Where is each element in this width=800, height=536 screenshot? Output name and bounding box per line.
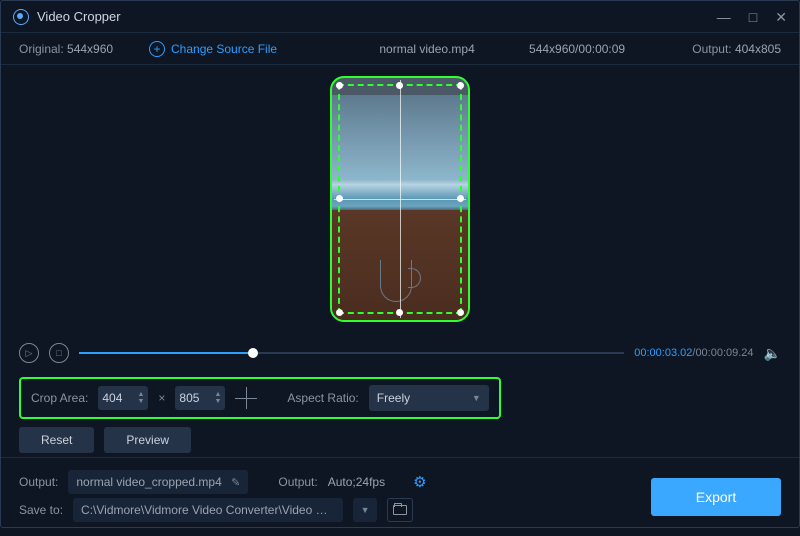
output-settings-value: Auto;24fps	[328, 475, 385, 489]
chevron-down-icon: ▼	[472, 393, 481, 403]
pencil-icon: ✎	[231, 476, 240, 489]
open-folder-button[interactable]	[387, 498, 413, 522]
center-crop-icon[interactable]	[235, 387, 257, 409]
seek-thumb[interactable]	[248, 348, 258, 358]
source-filename: normal video.mp4	[357, 42, 497, 56]
times-icon: ×	[158, 391, 165, 405]
app-title: Video Cropper	[37, 9, 121, 24]
close-button[interactable]: ✕	[775, 10, 787, 24]
volume-icon[interactable]: 🔈	[764, 345, 781, 362]
save-path-dropdown[interactable]: ▼	[353, 498, 377, 522]
toolbar: Original: 544x960 + Change Source File n…	[1, 33, 799, 65]
maximize-button[interactable]: □	[749, 10, 757, 24]
crop-width-input[interactable]: 404 ▲▼	[98, 386, 148, 410]
preview-canvas	[1, 65, 799, 333]
original-dims: Original: 544x960	[19, 42, 149, 56]
source-info: 544x960/00:00:09	[507, 42, 647, 56]
seek-slider[interactable]	[79, 343, 624, 363]
folder-icon	[393, 505, 407, 515]
app-icon	[13, 9, 29, 25]
preview-button[interactable]: Preview	[104, 427, 191, 453]
crop-controls-group: Crop Area: 404 ▲▼ × 805 ▲▼ Aspect Ratio:…	[19, 377, 501, 419]
output-file-label: Output:	[19, 475, 58, 489]
spinner-icon[interactable]: ▲▼	[137, 391, 144, 405]
crop-handle-tl[interactable]	[336, 82, 343, 89]
crop-height-input[interactable]: 805 ▲▼	[175, 386, 225, 410]
footer: Output: normal video_cropped.mp4 ✎ Outpu…	[1, 457, 799, 536]
actions-row: Reset Preview	[1, 423, 799, 457]
crop-box[interactable]	[338, 84, 462, 314]
video-frame[interactable]	[330, 76, 470, 322]
crop-area-label: Crop Area:	[31, 391, 88, 405]
aspect-ratio-select[interactable]: Freely ▼	[369, 385, 489, 411]
export-button[interactable]: Export	[651, 478, 781, 516]
stop-button[interactable]: □	[49, 343, 69, 363]
crop-handle-tr[interactable]	[457, 82, 464, 89]
crop-controls-row: Crop Area: 404 ▲▼ × 805 ▲▼ Aspect Ratio:…	[1, 373, 799, 423]
player-bar: ▷ □ 00:00:03.02/00:00:09.24 🔈	[1, 333, 799, 373]
output-settings-label: Output:	[278, 475, 317, 489]
aspect-label: Aspect Ratio:	[287, 391, 358, 405]
crop-handle-br[interactable]	[457, 309, 464, 316]
guide-vertical	[400, 80, 401, 318]
time-display: 00:00:03.02/00:00:09.24	[634, 347, 753, 359]
crop-handle-t[interactable]	[396, 82, 403, 89]
change-source-button[interactable]: + Change Source File	[149, 41, 277, 57]
crop-handle-b[interactable]	[396, 309, 403, 316]
titlebar: Video Cropper — □ ✕	[1, 1, 799, 33]
reset-button[interactable]: Reset	[19, 427, 94, 453]
plus-icon: +	[149, 41, 165, 57]
output-filename-field[interactable]: normal video_cropped.mp4 ✎	[68, 470, 248, 494]
crop-handle-bl[interactable]	[336, 309, 343, 316]
crop-handle-l[interactable]	[336, 195, 343, 202]
save-to-label: Save to:	[19, 503, 63, 517]
crop-handle-r[interactable]	[457, 195, 464, 202]
minimize-button[interactable]: —	[717, 10, 731, 24]
output-dims: Output: 404x805	[692, 42, 781, 56]
save-path-field[interactable]: C:\Vidmore\Vidmore Video Converter\Video…	[73, 498, 343, 522]
gear-icon[interactable]: ⚙	[413, 473, 426, 491]
spinner-icon[interactable]: ▲▼	[214, 391, 221, 405]
play-button[interactable]: ▷	[19, 343, 39, 363]
